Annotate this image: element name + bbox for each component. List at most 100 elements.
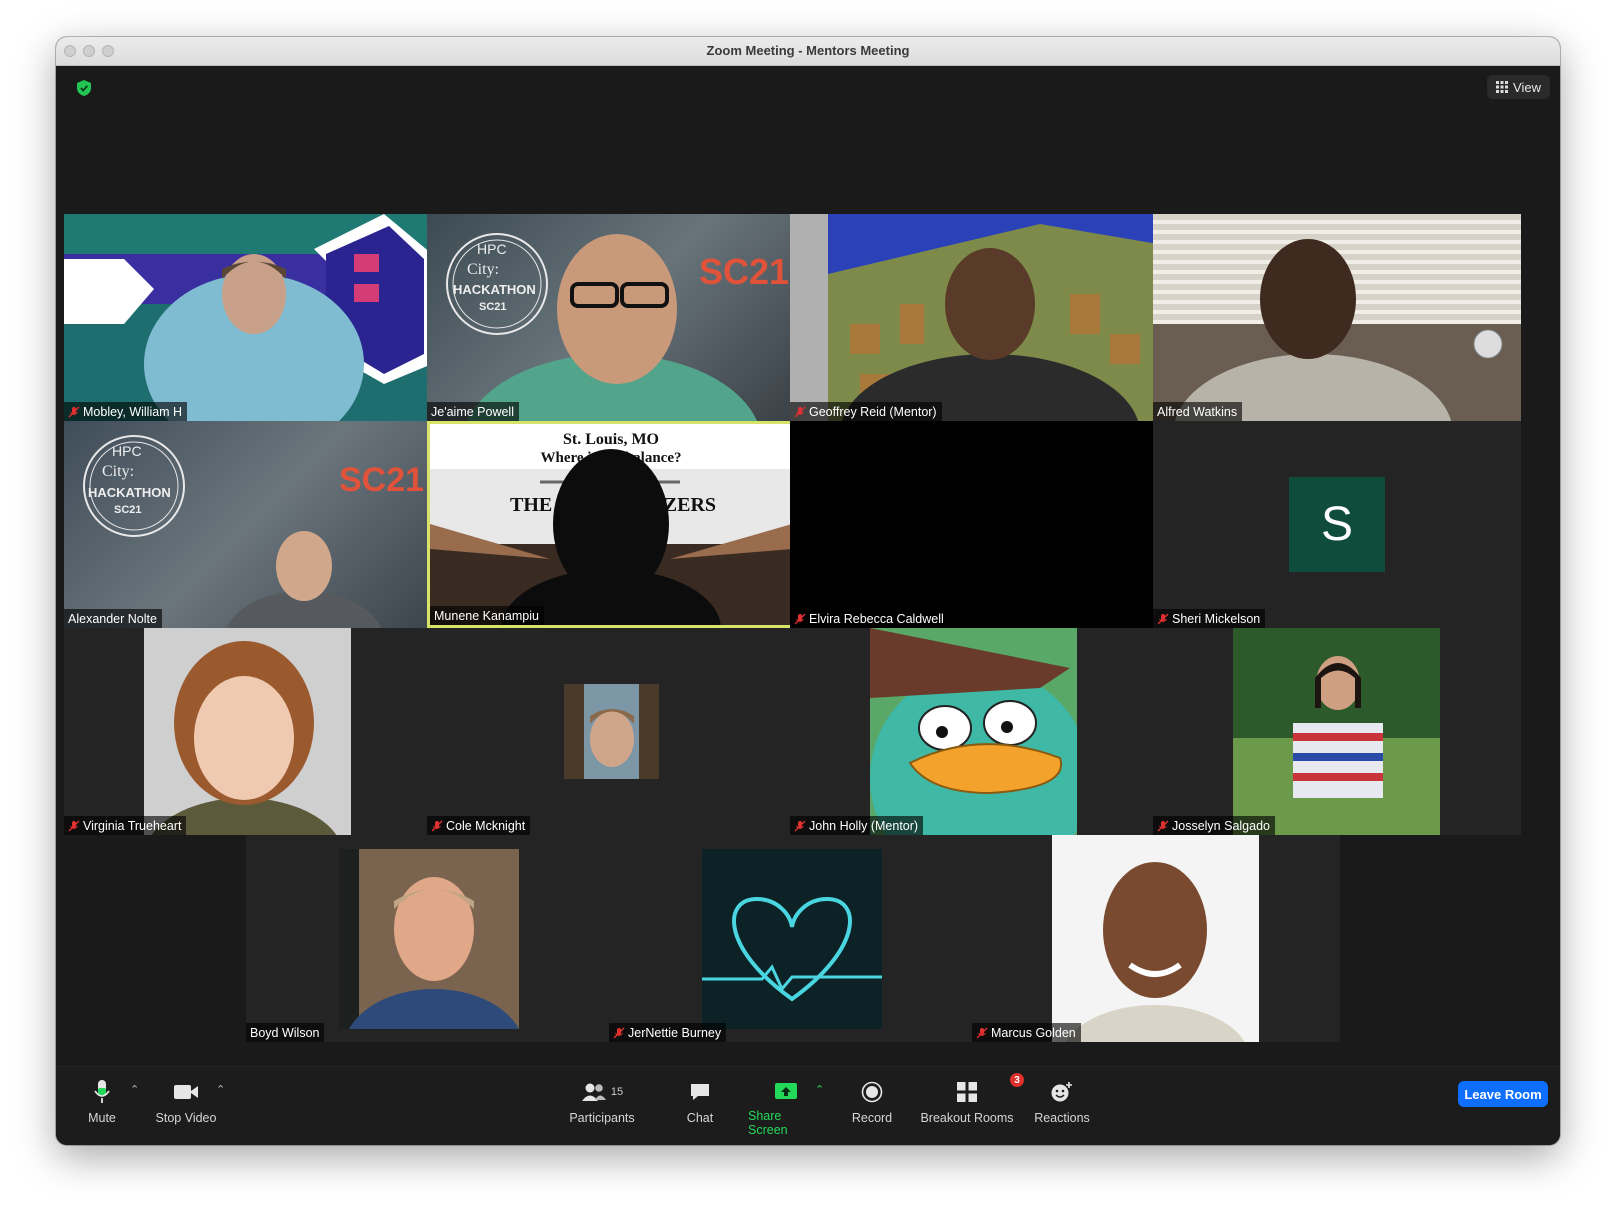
hpc-text: HPC	[112, 443, 142, 459]
encryption-shield-icon[interactable]	[76, 79, 92, 97]
participant-name: Elvira Rebecca Caldwell	[809, 611, 944, 626]
muted-mic-icon	[794, 406, 806, 417]
reactions-label: Reactions	[1034, 1111, 1090, 1125]
participant-tile-john[interactable]: John Holly (Mentor)	[790, 628, 1158, 835]
window-title: Zoom Meeting - Mentors Meeting	[706, 43, 910, 58]
participant-nameplate: Virginia Trueheart	[64, 816, 187, 835]
video-stage: View Mobley, William H HPC City: HACKATH…	[56, 66, 1560, 1067]
room-background-image	[1153, 239, 1521, 421]
participant-name: Alexander Nolte	[68, 611, 157, 626]
participant-name: Josselyn Salgado	[1172, 818, 1270, 833]
profile-photo	[702, 849, 882, 1029]
view-button[interactable]: View	[1487, 75, 1550, 99]
portrait-image	[1052, 835, 1259, 1042]
video-options-caret-icon[interactable]: ⌃	[216, 1083, 225, 1096]
participant-nameplate: John Holly (Mentor)	[790, 816, 924, 835]
meeting-toolbar: Mute ⌃ Stop Video ⌃ 15 Participants Chat…	[56, 1066, 1560, 1145]
share-screen-button[interactable]: Share Screen	[748, 1075, 824, 1137]
participants-button[interactable]: 15 Participants	[567, 1075, 637, 1137]
participant-nameplate: Alexander Nolte	[64, 609, 162, 628]
record-icon	[861, 1081, 883, 1103]
sc21-small-text: SC21	[479, 301, 507, 313]
participant-nameplate: Boyd Wilson	[246, 1023, 325, 1042]
record-label: Record	[851, 1111, 893, 1125]
participant-nameplate: Josselyn Salgado	[1153, 816, 1275, 835]
participant-nameplate: Munene Kanampiu	[430, 606, 544, 625]
city-game-background-image	[790, 214, 1158, 421]
participant-tile-mobley[interactable]: Mobley, William H	[64, 214, 432, 421]
participant-tile-jernettie[interactable]: JerNettie Burney	[609, 835, 977, 1042]
participant-tile-cole[interactable]: Cole Mcknight	[427, 628, 795, 835]
participant-nameplate: Marcus Golden	[972, 1023, 1081, 1042]
breakout-rooms-button[interactable]: 3 Breakout Rooms	[919, 1073, 1024, 1137]
muted-mic-icon	[613, 1027, 625, 1038]
participant-nameplate: Je'aime Powell	[427, 402, 519, 421]
participant-tile-marcus[interactable]: Marcus Golden	[972, 835, 1340, 1042]
reactions-button[interactable]: Reactions	[1032, 1075, 1092, 1137]
participant-name: Je'aime Powell	[431, 404, 514, 419]
participant-name: Geoffrey Reid (Mentor)	[809, 404, 937, 419]
participant-name: Mobley, William H	[83, 404, 183, 419]
zoom-window: Zoom Meeting - Mentors Meeting View Mobl…	[56, 37, 1560, 1145]
share-screen-icon	[775, 1083, 797, 1099]
background-title-text: St. Louis, MO	[563, 431, 659, 448]
microphone-icon	[94, 1080, 110, 1103]
portrait-image	[339, 849, 519, 1029]
participant-tile-alfred[interactable]: Alfred Watkins	[1153, 214, 1521, 421]
participant-tile-sheri[interactable]: S Sheri Mickelson	[1153, 421, 1521, 628]
leave-room-button[interactable]: Leave Room	[1458, 1081, 1548, 1107]
muted-mic-icon	[794, 613, 806, 624]
participant-nameplate: Elvira Rebecca Caldwell	[790, 609, 949, 628]
mute-label: Mute	[88, 1111, 116, 1125]
hpc-sc21-background-image: HPC City: HACKATHON SC21 SC21	[83, 435, 424, 628]
participant-tile-jeaime[interactable]: HPC City: HACKATHON SC21 SC21 Je'aime Po…	[427, 214, 795, 421]
breakout-badge: 3	[1010, 1073, 1024, 1087]
profile-photo	[339, 849, 519, 1029]
title-bar: Zoom Meeting - Mentors Meeting	[56, 37, 1560, 66]
profile-photo	[870, 628, 1077, 835]
audio-options-caret-icon[interactable]: ⌃	[130, 1083, 139, 1096]
chat-bubble-icon	[691, 1084, 709, 1100]
muted-mic-icon	[68, 820, 80, 831]
participant-name: John Holly (Mentor)	[809, 818, 919, 833]
grid-view-icon	[1496, 81, 1509, 93]
sc21-small-text: SC21	[114, 504, 142, 516]
background-left-word: THE	[510, 494, 552, 516]
hpc-sc21-background-image: HPC City: HACKATHON SC21 SC21	[446, 233, 789, 421]
record-button[interactable]: Record	[849, 1075, 895, 1137]
participant-name: Alfred Watkins	[1157, 404, 1238, 419]
participant-name: Boyd Wilson	[250, 1025, 320, 1040]
video-feed	[1153, 214, 1521, 421]
participant-nameplate: Cole Mcknight	[427, 816, 531, 835]
profile-photo	[1052, 835, 1259, 1042]
portrait-image	[564, 684, 659, 779]
participant-tile-alexander[interactable]: HPC City: HACKATHON SC21 SC21 Alexander …	[64, 421, 432, 628]
participant-nameplate: Mobley, William H	[64, 402, 188, 421]
participant-tile-munene[interactable]: St. Louis, MO Where is the balance? THE …	[427, 421, 795, 628]
share-options-caret-icon[interactable]: ⌃	[815, 1083, 824, 1096]
video-feed	[64, 214, 432, 421]
muted-mic-icon	[68, 406, 80, 417]
video-feed: HPC City: HACKATHON SC21 SC21	[64, 421, 432, 628]
participant-tile-boyd[interactable]: Boyd Wilson	[246, 835, 614, 1042]
participant-nameplate: JerNettie Burney	[609, 1023, 727, 1042]
mute-button[interactable]: Mute	[82, 1075, 122, 1137]
heartbeat-image	[702, 849, 882, 1029]
city-text: City:	[467, 261, 499, 278]
profile-photo	[1233, 628, 1440, 835]
muted-mic-icon	[794, 820, 806, 831]
participant-tile-virginia[interactable]: Virginia Trueheart	[64, 628, 432, 835]
participants-icon	[581, 1083, 606, 1101]
participant-nameplate: Geoffrey Reid (Mentor)	[790, 402, 942, 421]
participant-tile-josselyn[interactable]: Josselyn Salgado	[1153, 628, 1521, 835]
hackathon-text: HACKATHON	[88, 485, 171, 500]
muted-mic-icon	[1157, 613, 1169, 624]
stop-video-button[interactable]: Stop Video	[154, 1075, 218, 1137]
participant-name: Sheri Mickelson	[1172, 611, 1261, 626]
participant-tile-elvira[interactable]: Elvira Rebecca Caldwell	[790, 421, 1158, 628]
video-feed: HPC City: HACKATHON SC21 SC21	[427, 214, 795, 421]
chat-button[interactable]: Chat	[680, 1075, 720, 1137]
profile-photo	[144, 628, 351, 835]
participant-tile-geoffrey[interactable]: Geoffrey Reid (Mentor)	[790, 214, 1158, 421]
participant-name: JerNettie Burney	[628, 1025, 722, 1040]
